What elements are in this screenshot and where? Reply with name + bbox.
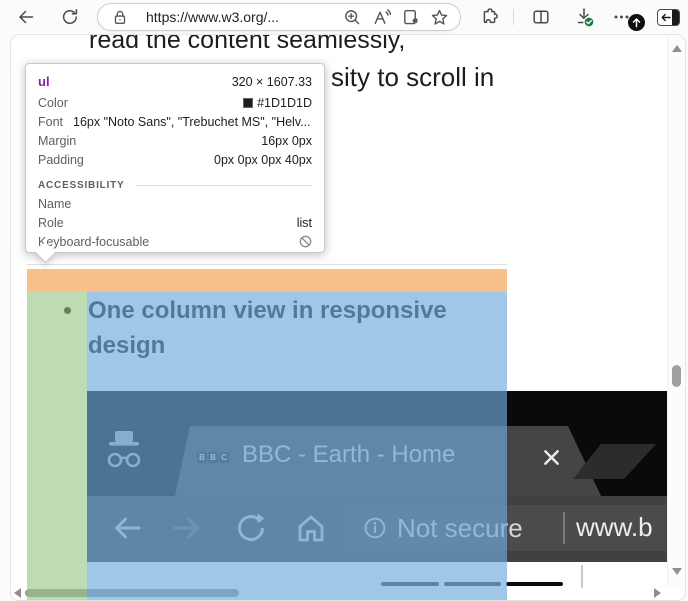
devtools-inspect-tooltip: ul 320 × 1607.33 Color #1D1D1D Font 16px… [25,63,325,253]
address-divider [563,512,565,544]
section-divider-line [27,264,507,265]
tooltip-row-keyboard-focusable: Keyboard-focusable [38,233,312,252]
browser-window: https://www.w3.org/... [0,0,688,601]
accessibility-section-heading: ACCESSIBILITY [38,180,312,191]
tooltip-row-font: Font 16px "Noto Sans", "Trebuchet MS", "… [38,113,312,132]
read-aloud-icon[interactable] [370,6,392,28]
paragraph-line-2: sity to scroll in [331,62,494,93]
split-screen-icon [531,7,551,27]
tooltip-row-padding: Padding 0px 0px 0px 40px [38,151,312,170]
collapse-left-arrow-icon [661,13,671,22]
refresh-button[interactable] [58,5,82,29]
favorites-star-icon[interactable] [428,6,450,28]
vertical-scrollbar-thumb[interactable] [672,365,681,387]
address-bar[interactable]: https://www.w3.org/... [97,3,461,31]
scroll-down-arrow-icon[interactable] [672,568,682,575]
downloads-button[interactable] [572,5,596,29]
mobile-url-text: www.b [576,512,653,543]
horizontal-scrollbar[interactable] [11,584,669,600]
up-arrow-icon [631,17,642,28]
puzzle-icon [480,7,500,27]
zoom-in-icon[interactable] [341,6,363,28]
element-dimensions: 320 × 1607.33 [232,72,312,92]
sidebar-fill [672,10,679,25]
extensions-button[interactable] [478,5,502,29]
scroll-right-arrow-icon[interactable] [654,588,661,598]
color-swatch [243,98,253,108]
tooltip-row-name: Name [38,195,312,214]
split-screen-button[interactable] [529,5,553,29]
sidebar-toggle-button[interactable] [657,9,680,26]
refresh-icon [60,7,80,27]
heading-rule [135,185,312,186]
vertical-scrollbar[interactable] [667,35,685,586]
immersive-reader-icon[interactable] [399,6,421,28]
url-text: https://www.w3.org/... [146,9,341,25]
scroll-left-arrow-icon[interactable] [14,588,21,598]
tab-close-icon [543,449,560,466]
not-allowed-icon [299,235,312,248]
back-arrow-icon [16,7,36,27]
margin-highlight-overlay [27,269,507,292]
tooltip-row-margin: Margin 16px 0px [38,132,312,151]
browser-toolbar: https://www.w3.org/... [0,0,688,34]
padding-highlight-overlay [27,292,87,601]
paragraph-line-1: read the content seamlessly, [89,34,405,55]
lock-icon [109,6,131,28]
element-tag-name: ul [38,72,50,92]
scroll-up-arrow-icon[interactable] [672,45,682,52]
back-button[interactable] [14,5,38,29]
tooltip-row-color: Color #1D1D1D [38,94,312,113]
toolbar-divider [513,9,514,25]
download-icon [573,6,595,28]
content-highlight-overlay [87,292,507,601]
tooltip-row-role: Role list [38,214,312,233]
update-notification-badge [628,14,645,31]
